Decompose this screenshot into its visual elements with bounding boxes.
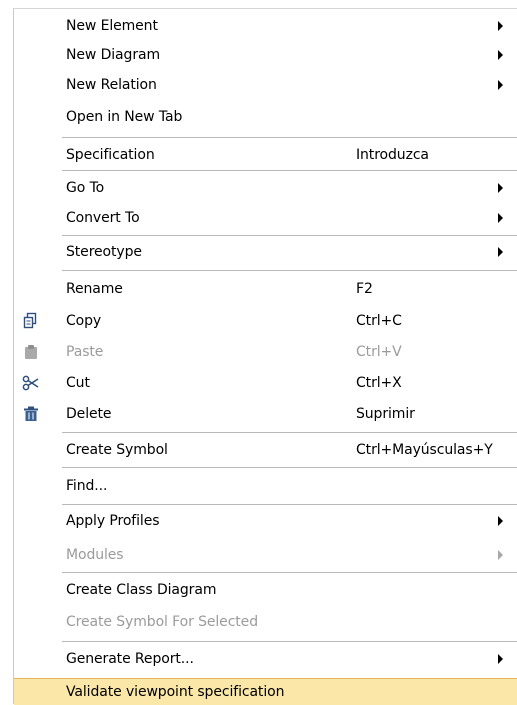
menu-item-find[interactable]: Find...	[14, 470, 517, 502]
menu-item-convert-to[interactable]: Convert To	[14, 203, 517, 232]
menu-item-label: Cut	[66, 375, 90, 391]
menu-item-go-to[interactable]: Go To	[14, 173, 517, 202]
menu-item-label: Open in New Tab	[66, 108, 183, 125]
menu-item-modules[interactable]: Modules	[14, 540, 517, 570]
menu-item-new-relation[interactable]: New Relation	[14, 70, 517, 100]
menu-item-open-in-new-tab[interactable]: Open in New Tab	[14, 101, 517, 132]
menu-item-label: Create Symbol For Selected	[66, 614, 258, 630]
menu-item-shortcut: Ctrl+V	[356, 344, 402, 360]
menu-item-label: Modules	[66, 547, 124, 563]
menu-item-label: Convert To	[66, 209, 140, 226]
submenu-arrow-icon	[498, 50, 503, 60]
menu-separator	[62, 235, 517, 237]
menu-item-label: New Relation	[66, 77, 157, 93]
submenu-arrow-icon	[498, 212, 503, 223]
submenu-arrow-icon	[498, 516, 503, 526]
menu-item-shortcut: Introduzca	[356, 146, 429, 163]
menu-item-specification[interactable]: Specification Introduzca	[14, 140, 517, 169]
context-menu: New Element New Diagram New Relation Ope…	[13, 8, 517, 705]
submenu-arrow-icon	[498, 182, 503, 193]
menu-separator	[62, 270, 517, 272]
menu-separator	[62, 641, 517, 643]
menu-item-apply-profiles[interactable]: Apply Profiles	[14, 506, 517, 536]
cut-icon	[22, 374, 40, 392]
menu-item-label: Rename	[66, 281, 123, 297]
menu-item-label: Create Symbol	[66, 442, 168, 458]
menu-item-label: Paste	[66, 344, 104, 360]
menu-item-shortcut: Ctrl+C	[356, 313, 402, 329]
menu-item-label: Validate viewpoint specification	[66, 684, 285, 700]
menu-item-cut[interactable]: Cut Ctrl+X	[14, 368, 517, 398]
menu-item-create-class-diagram[interactable]: Create Class Diagram	[14, 575, 517, 605]
menu-item-create-symbol[interactable]: Create Symbol Ctrl+Mayúsculas+Y	[14, 435, 517, 465]
menu-item-create-symbol-for-selected[interactable]: Create Symbol For Selected	[14, 607, 517, 637]
copy-icon	[22, 312, 40, 330]
menu-item-copy[interactable]: Copy Ctrl+C	[14, 306, 517, 336]
menu-item-stereotype[interactable]: Stereotype	[14, 238, 517, 266]
submenu-arrow-icon	[498, 654, 503, 664]
menu-item-label: Stereotype	[66, 244, 142, 260]
submenu-arrow-icon	[498, 550, 503, 560]
submenu-arrow-icon	[498, 20, 503, 31]
menu-item-shortcut: Ctrl+X	[356, 375, 402, 391]
menu-separator	[62, 170, 517, 172]
paste-icon	[22, 343, 40, 361]
menu-item-generate-report[interactable]: Generate Report...	[14, 644, 517, 674]
menu-item-label: Copy	[66, 313, 102, 329]
menu-item-label: Delete	[66, 406, 112, 422]
menu-item-validate-viewpoint-specification[interactable]: Validate viewpoint specification	[14, 678, 517, 705]
submenu-arrow-icon	[498, 247, 503, 257]
menu-item-label: Go To	[66, 179, 105, 196]
menu-separator	[62, 137, 517, 139]
menu-item-label: Specification	[66, 146, 155, 163]
menu-item-shortcut: Suprimir	[356, 406, 415, 422]
menu-item-label: New Element	[66, 17, 158, 34]
menu-item-paste[interactable]: Paste Ctrl+V	[14, 337, 517, 367]
menu-item-label: Create Class Diagram	[66, 582, 217, 598]
menu-item-rename[interactable]: Rename F2	[14, 274, 517, 304]
delete-icon	[22, 405, 40, 423]
menu-item-label: Find...	[66, 478, 108, 494]
menu-item-new-element[interactable]: New Element	[14, 11, 517, 40]
menu-item-shortcut: Ctrl+Mayúsculas+Y	[356, 442, 493, 458]
menu-item-label: Generate Report...	[66, 651, 194, 667]
submenu-arrow-icon	[498, 80, 503, 90]
menu-separator	[62, 432, 517, 434]
menu-item-shortcut: F2	[356, 281, 373, 297]
menu-item-new-diagram[interactable]: New Diagram	[14, 40, 517, 70]
menu-separator	[62, 467, 517, 469]
menu-item-label: Apply Profiles	[66, 513, 160, 529]
menu-item-delete[interactable]: Delete Suprimir	[14, 399, 517, 429]
menu-separator	[62, 572, 517, 574]
menu-item-label: New Diagram	[66, 47, 160, 63]
